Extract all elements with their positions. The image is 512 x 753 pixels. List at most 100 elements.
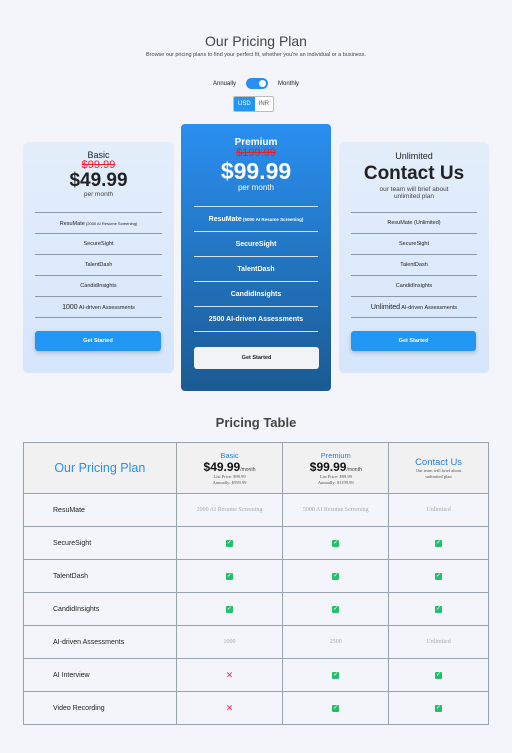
check-icon: ✓ (435, 605, 443, 613)
price-period: per month (83, 191, 114, 198)
check-icon-cell: ✓ (388, 592, 489, 626)
plan-price: $99.99 (220, 158, 292, 184)
col-annual-price: Annually: $599.99 (212, 479, 247, 485)
feature-item: ResuMate (5000 AI Resume Screening) (194, 207, 318, 232)
check-icon-cell: ✓ (388, 526, 489, 560)
value-cell: 1000 (175, 625, 284, 659)
cross-icon: ✕ (225, 669, 234, 680)
annually-label[interactable]: Annually (213, 81, 236, 87)
check-icon-cell: ✓ (282, 559, 390, 593)
unlimited-note: our team will brief about unlimited plan (379, 186, 449, 200)
feature-name: AI-driven Assessments (23, 625, 177, 659)
check-icon-cell: ✓ (388, 559, 489, 593)
value-cell: 2500 (282, 625, 390, 659)
currency-inr-button[interactable]: INR (254, 97, 274, 111)
value-cell: Unlimited (388, 493, 489, 527)
check-icon: ✓ (332, 605, 340, 613)
feature-item: TalentDash (35, 255, 162, 276)
check-icon-cell: ✓ (175, 592, 284, 626)
table-row: AI-driven Assessments 1000 2500 Unlimited (23, 625, 489, 659)
value-cell: Unlimited (388, 625, 489, 659)
check-icon: ✓ (332, 671, 340, 679)
pricing-table: Our Pricing Plan Basic $49.99/month List… (23, 442, 489, 725)
check-icon-cell: ✓ (282, 658, 390, 692)
value-cell: 2000 AI Resume Screening (175, 493, 284, 527)
price-period: per month (237, 183, 275, 192)
check-icon: ✓ (435, 572, 443, 580)
check-icon: ✓ (332, 572, 340, 580)
get-started-button-unlimited[interactable]: Get Started (351, 331, 476, 351)
table-row: ResuMate 2000 AI Resume Screening 5000 AI … (23, 493, 489, 527)
check-icon: ✓ (435, 671, 443, 679)
page-title: Our Pricing Plan (205, 33, 307, 49)
plan-card-premium: Premium $199.99 $99.99 per month ResuMat… (181, 124, 331, 391)
toggle-knob (259, 80, 266, 87)
plan-card-basic: Basic $99.99 $49.99 per month ResuMate (… (23, 142, 174, 373)
col-price: $49.99/month (203, 459, 256, 474)
pricing-table-title: Pricing Table (215, 415, 297, 430)
col-annual-price: Annually: $1199.99 (317, 479, 354, 485)
feature-item: SecureSight (35, 234, 162, 255)
feature-list: ResuMate (5000 AI Resume Screening) Secu… (194, 206, 318, 332)
feature-name: ResuMate (23, 493, 177, 527)
cross-icon-cell: ✕ (175, 691, 284, 725)
table-row: AI Interview ✕ ✓ ✓ (23, 658, 489, 692)
check-icon-cell: ✓ (388, 658, 489, 692)
get-started-button-premium[interactable]: Get Started (194, 347, 319, 369)
cross-icon-cell: ✕ (175, 658, 284, 692)
check-icon: ✓ (332, 539, 340, 547)
feature-name: TalentDash (23, 559, 177, 593)
table-header-row: Our Pricing Plan Basic $49.99/month List… (23, 442, 489, 494)
feature-name: Video Recording (23, 691, 177, 725)
monthly-label[interactable]: Monthly (278, 81, 299, 87)
col-contact-us: Contact Us (415, 456, 463, 468)
currency-usd-button[interactable]: USD (234, 97, 255, 111)
feature-item: SecureSight (351, 234, 477, 255)
check-icon-cell: ✓ (282, 691, 390, 725)
cross-icon: ✕ (225, 702, 234, 713)
feature-name: SecureSight (23, 526, 177, 560)
check-icon: ✓ (332, 704, 340, 712)
billing-toggle-group: Annually Monthly (0, 78, 512, 89)
check-icon: ✓ (435, 539, 443, 547)
table-row: CandidInsights ✓ ✓ ✓ (23, 592, 489, 626)
table-col-premium: Premium $99.99/month List Price: $99.99 … (282, 442, 390, 494)
plan-price: $49.99 (69, 170, 128, 191)
col-plan-name: Basic (220, 450, 239, 460)
check-icon-cell: ✓ (175, 526, 284, 560)
check-icon-cell: ✓ (175, 559, 284, 593)
feature-name: AI Interview (23, 658, 177, 692)
table-row: SecureSight ✓ ✓ ✓ (23, 526, 489, 560)
feature-item: ResuMate (Unlimited) (351, 213, 477, 234)
contact-us-heading: Contact Us (363, 163, 465, 184)
check-icon: ✓ (226, 539, 234, 547)
check-icon-cell: ✓ (282, 526, 390, 560)
feature-item: CandidInsights (35, 276, 162, 297)
plan-card-unlimited: Unlimited Contact Us our team will brief… (339, 142, 489, 373)
feature-list: ResuMate (2000 AI Resume Screening) Secu… (35, 212, 162, 318)
check-icon: ✓ (226, 572, 234, 580)
table-plan-heading: Our Pricing Plan (23, 442, 177, 494)
check-icon: ✓ (226, 605, 234, 613)
billing-period-toggle[interactable] (246, 78, 268, 89)
feature-item: TalentDash (351, 255, 477, 276)
feature-item: TalentDash (194, 257, 318, 282)
feature-item: 1000 AI-driven Assessments (35, 297, 162, 318)
col-plan-name: Premium (320, 450, 351, 460)
table-col-basic: Basic $49.99/month List Price: $99.99 An… (175, 442, 284, 494)
check-icon-cell: ✓ (282, 592, 390, 626)
plan-name: Unlimited (395, 151, 433, 161)
feature-item: CandidInsights (351, 276, 477, 297)
table-row: TalentDash ✓ ✓ ✓ (23, 559, 489, 593)
feature-name: CandidInsights (23, 592, 177, 626)
page-subtitle: Browse our pricing plans to find your pe… (146, 52, 366, 58)
get-started-button-basic[interactable]: Get Started (35, 331, 161, 351)
value-cell: 5000 AI Resume Screening (282, 493, 390, 527)
feature-item: CandidInsights (194, 282, 318, 307)
feature-item: 2500 AI-driven Assessments (194, 307, 318, 332)
feature-item: SecureSight (194, 232, 318, 257)
table-col-unlimited: Contact Us Our team will brief about unl… (388, 442, 489, 494)
check-icon-cell: ✓ (388, 691, 489, 725)
currency-switch: USD INR (233, 96, 275, 112)
feature-item: ResuMate (2000 AI Resume Screening) (35, 213, 162, 234)
